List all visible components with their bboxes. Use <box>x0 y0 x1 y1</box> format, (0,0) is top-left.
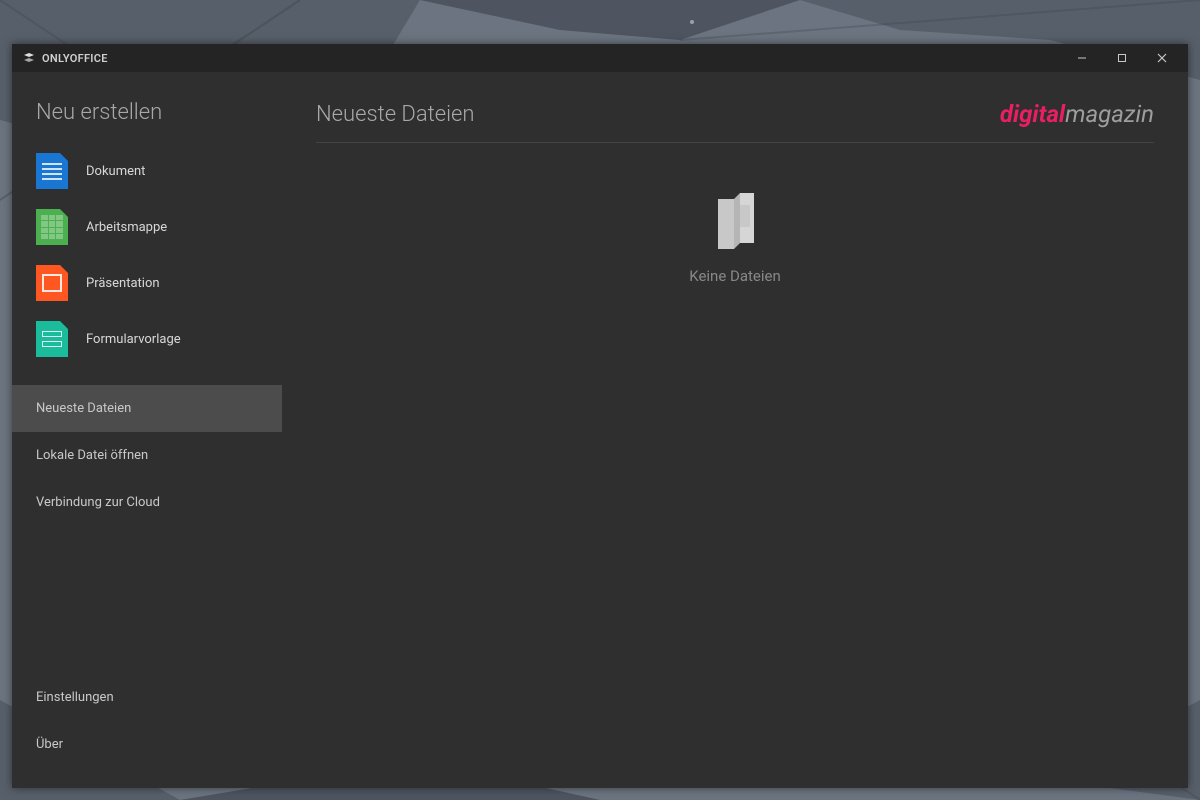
brand-part2: magazin <box>1065 100 1154 128</box>
nav-label: Verbindung zur Cloud <box>36 495 160 510</box>
create-item-label: Arbeitsmappe <box>86 220 167 235</box>
document-icon <box>36 153 68 189</box>
sidebar-item-recent-files[interactable]: Neueste Dateien <box>12 385 282 432</box>
create-item-label: Dokument <box>86 164 145 179</box>
sidebar-create-title: Neu erstellen <box>12 100 282 143</box>
app-logo-icon <box>22 51 36 65</box>
minimize-button[interactable] <box>1062 44 1102 72</box>
create-item-label: Präsentation <box>86 276 160 291</box>
spreadsheet-icon <box>36 209 68 245</box>
nav-label: Einstellungen <box>36 690 114 705</box>
empty-folder-icon <box>710 193 760 253</box>
brand-watermark: digitalmagazin <box>1000 100 1154 128</box>
create-item-label: Formularvorlage <box>86 332 181 347</box>
brand-part1: digital <box>1000 100 1065 128</box>
sidebar-item-settings[interactable]: Einstellungen <box>12 674 282 721</box>
close-button[interactable] <box>1142 44 1182 72</box>
create-presentation-button[interactable]: Präsentation <box>12 255 282 311</box>
empty-state: Keine Dateien <box>316 193 1154 285</box>
form-template-icon <box>36 321 68 357</box>
nav-label: Über <box>36 737 63 752</box>
sidebar: Neu erstellen Dokument Arbeitsmappe Präs… <box>12 72 282 788</box>
sidebar-bottom: Einstellungen Über <box>12 674 282 788</box>
nav-label: Neueste Dateien <box>36 401 131 416</box>
sidebar-item-cloud-connect[interactable]: Verbindung zur Cloud <box>12 479 282 526</box>
sidebar-item-about[interactable]: Über <box>12 721 282 768</box>
sidebar-item-open-local[interactable]: Lokale Datei öffnen <box>12 432 282 479</box>
empty-state-text: Keine Dateien <box>689 267 781 285</box>
main-header: Neueste Dateien digitalmagazin <box>316 100 1154 143</box>
content-area: Neu erstellen Dokument Arbeitsmappe Präs… <box>12 72 1188 788</box>
create-form-button[interactable]: Formularvorlage <box>12 311 282 367</box>
app-window: ONLYOFFICE Neu erstellen Dokument <box>12 44 1188 788</box>
create-document-button[interactable]: Dokument <box>12 143 282 199</box>
main-panel: Neueste Dateien digitalmagazin Keine Dat… <box>282 72 1188 788</box>
maximize-button[interactable] <box>1102 44 1142 72</box>
sidebar-nav: Neueste Dateien Lokale Datei öffnen Verb… <box>12 385 282 526</box>
app-name: ONLYOFFICE <box>42 52 108 65</box>
create-spreadsheet-button[interactable]: Arbeitsmappe <box>12 199 282 255</box>
titlebar[interactable]: ONLYOFFICE <box>12 44 1188 72</box>
main-title: Neueste Dateien <box>316 102 475 127</box>
presentation-icon <box>36 265 68 301</box>
nav-label: Lokale Datei öffnen <box>36 448 148 463</box>
